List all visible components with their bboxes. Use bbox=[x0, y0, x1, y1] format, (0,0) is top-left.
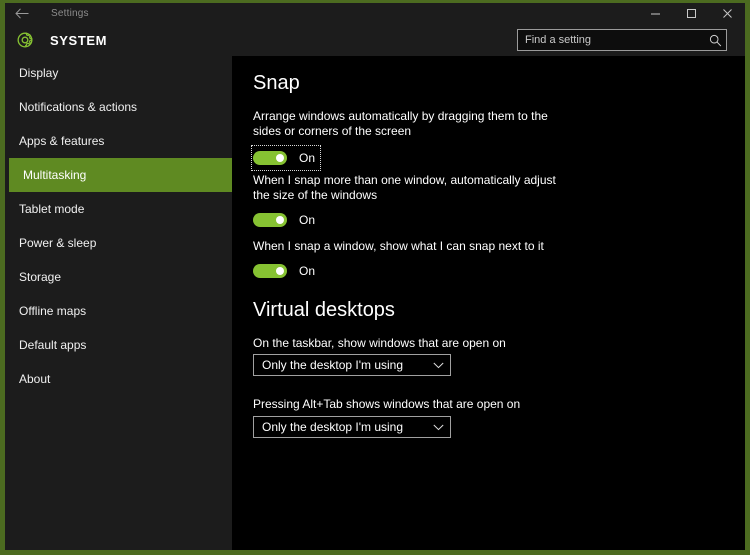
toggle-state-label: On bbox=[299, 151, 316, 165]
close-icon bbox=[722, 9, 732, 18]
virtual-desktops-section-heading: Virtual desktops bbox=[253, 299, 395, 321]
close-button[interactable] bbox=[709, 3, 745, 24]
maximize-icon bbox=[686, 9, 696, 18]
settings-content: Snap Arrange windows automatically by dr… bbox=[232, 56, 745, 550]
snap-setting-1-description: Arrange windows automatically by draggin… bbox=[253, 109, 548, 138]
sidebar-item-label: Tablet mode bbox=[19, 202, 85, 216]
window-controls bbox=[637, 3, 745, 24]
alt-tab-windows-description: Pressing Alt+Tab shows windows that are … bbox=[253, 397, 521, 411]
sidebar-item-label: About bbox=[19, 372, 51, 386]
sidebar-nav: Display Notifications & actions Apps & f… bbox=[5, 56, 232, 550]
maximize-button[interactable] bbox=[673, 3, 709, 24]
sidebar-item-label: Multitasking bbox=[23, 168, 87, 182]
snap-setting-2-description: When I snap more than one window, automa… bbox=[253, 173, 556, 202]
chevron-down-icon[interactable] bbox=[426, 424, 450, 431]
page-header: SYSTEM bbox=[5, 24, 745, 56]
sidebar-item-storage[interactable]: Storage bbox=[5, 260, 232, 294]
gear-icon bbox=[14, 29, 36, 51]
toggle-state-label: On bbox=[299, 213, 316, 227]
snap-show-suggestions-toggle[interactable]: On bbox=[253, 260, 319, 282]
snap-setting-3-description: When I snap a window, show what I can sn… bbox=[253, 239, 544, 253]
sidebar-item-multitasking[interactable]: Multitasking bbox=[9, 158, 232, 192]
toggle-knob bbox=[276, 267, 284, 275]
minimize-icon bbox=[650, 13, 660, 15]
sidebar-item-offline-maps[interactable]: Offline maps bbox=[5, 294, 232, 328]
snap-section-heading: Snap bbox=[253, 72, 300, 94]
back-button[interactable] bbox=[5, 3, 39, 24]
toggle-knob bbox=[276, 216, 284, 224]
snap-adjust-size-toggle[interactable]: On bbox=[253, 209, 319, 231]
sidebar-item-notifications-actions[interactable]: Notifications & actions bbox=[5, 90, 232, 124]
sidebar-item-label: Offline maps bbox=[19, 304, 87, 318]
window-title: Settings bbox=[51, 8, 89, 19]
sidebar-item-label: Notifications & actions bbox=[19, 100, 138, 114]
back-arrow-icon bbox=[15, 8, 29, 19]
sidebar-item-label: Apps & features bbox=[19, 134, 105, 148]
taskbar-windows-description: On the taskbar, show windows that are op… bbox=[253, 336, 506, 350]
sidebar-item-about[interactable]: About bbox=[5, 362, 232, 396]
chevron-down-icon[interactable] bbox=[426, 362, 450, 369]
toggle-switch[interactable] bbox=[253, 151, 287, 165]
sidebar-item-label: Default apps bbox=[19, 338, 87, 352]
sidebar-item-tablet-mode[interactable]: Tablet mode bbox=[5, 192, 232, 226]
toggle-switch[interactable] bbox=[253, 264, 287, 278]
search-box[interactable] bbox=[517, 29, 727, 51]
settings-window: Settings SYSTEM Find a setting Display N… bbox=[0, 0, 750, 555]
sidebar-item-power-sleep[interactable]: Power & sleep bbox=[5, 226, 232, 260]
search-input[interactable] bbox=[518, 34, 704, 46]
toggle-switch[interactable] bbox=[253, 213, 287, 227]
dropdown-selected-value: Only the desktop I'm using bbox=[262, 420, 404, 434]
sidebar-item-label: Display bbox=[19, 66, 59, 80]
snap-arrange-windows-toggle[interactable]: On bbox=[250, 145, 322, 171]
sidebar-item-apps-features[interactable]: Apps & features bbox=[5, 124, 232, 158]
toggle-state-label: On bbox=[299, 264, 316, 278]
search-icon[interactable] bbox=[704, 30, 726, 50]
taskbar-windows-dropdown[interactable]: Only the desktop I'm using bbox=[253, 354, 451, 376]
toggle-knob bbox=[276, 154, 284, 162]
title-bar: Settings bbox=[5, 3, 745, 24]
page-title: SYSTEM bbox=[50, 32, 108, 48]
minimize-button[interactable] bbox=[637, 3, 673, 24]
alt-tab-windows-dropdown[interactable]: Only the desktop I'm using bbox=[253, 416, 451, 438]
sidebar-item-label: Storage bbox=[19, 270, 62, 284]
sidebar-item-label: Power & sleep bbox=[19, 236, 97, 250]
dropdown-selected-value: Only the desktop I'm using bbox=[262, 358, 404, 372]
sidebar-item-default-apps[interactable]: Default apps bbox=[5, 328, 232, 362]
sidebar-item-display[interactable]: Display bbox=[5, 56, 232, 90]
